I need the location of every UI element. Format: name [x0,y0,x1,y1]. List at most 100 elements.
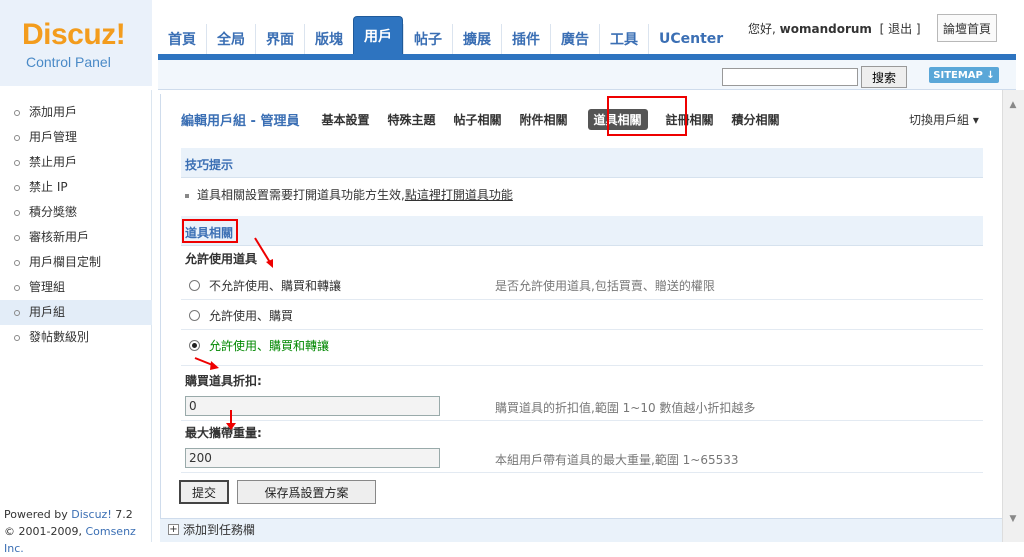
radio-button[interactable] [189,280,200,291]
user-info: 您好, womandorum [ 退出 ] [748,20,921,37]
powered-brand-link[interactable]: Discuz! [71,508,111,521]
main-content: 編輯用戶組 - 管理員 基本設置 特殊主題 帖子相關 附件相關 道具相關 註冊相… [160,94,1002,518]
submit-button[interactable]: 提交 [179,480,229,504]
sidebar-item-label: 發帖數級別 [29,330,90,344]
bullet-icon [185,193,189,198]
nav-home[interactable]: 首頁 [158,24,206,54]
nav-plugins[interactable]: 插件 [501,24,550,54]
bullet-icon [14,309,20,316]
add-task-label: 添加到任務欄 [183,523,256,537]
radio-option-use-buy-transfer[interactable]: 允許使用、購買和轉讓 [189,337,329,354]
sidebar-item-profile-fields[interactable]: 用戶欄目定制 [0,250,152,275]
nav-posts[interactable]: 帖子 [403,24,452,54]
tab-posts[interactable]: 帖子相關 [453,111,501,128]
radio-label: 允許使用、購買 [209,309,294,323]
sidebar: 添加用戶 用戶管理 禁止用戶 禁止 IP 積分獎懲 審核新用戶 用戶欄目定制 管… [0,90,152,555]
discount-label: 購買道具折扣: [185,374,262,388]
add-to-taskbar[interactable]: + 添加到任務欄 [168,521,255,538]
tab-credits[interactable]: 積分相關 [732,111,780,128]
radio-button[interactable] [189,310,200,321]
sidebar-item-credits[interactable]: 積分獎懲 [0,200,152,225]
highlight-box [607,96,687,136]
red-arrow-icon [226,410,236,430]
tab-basic[interactable]: 基本設置 [321,111,369,128]
bullet-icon [14,159,20,166]
scroll-down-arrow-icon[interactable]: ▼ [1006,514,1020,528]
sidebar-item-ban-user[interactable]: 禁止用戶 [0,150,152,175]
divider [181,420,983,421]
forum-home-button[interactable]: 論壇首頁 [937,14,997,42]
sidebar-item-post-ranks[interactable]: 發帖數級別 [0,325,152,350]
bullet-icon [14,109,20,116]
nav-interface[interactable]: 界面 [255,24,304,54]
radio-option-use-buy[interactable]: 允許使用、購買 [189,307,293,324]
discount-hint: 購買道具的折扣值,範圍 1~10 數值越小折扣越多 [495,401,756,415]
sidebar-item-ban-ip[interactable]: 禁止 IP [0,175,152,200]
bullet-icon [14,284,20,291]
logo-subtitle: Control Panel [26,54,111,70]
plus-icon: + [168,524,179,535]
scroll-up-arrow-icon[interactable]: ▲ [1006,100,1020,114]
sidebar-item-label: 用戶欄目定制 [29,255,102,269]
nav-global[interactable]: 全局 [206,24,255,54]
red-arrow-icon [254,237,273,268]
nav-users[interactable]: 用戶 [353,16,403,54]
powered-version: 7.2 [111,508,133,521]
divider [181,365,983,366]
nav-forums[interactable]: 版塊 [304,24,353,54]
powered-prefix: Powered by [4,508,72,521]
logo[interactable]: Discuz! Control Panel [0,0,152,86]
bottom-bar: + 添加到任務欄 [160,518,1002,542]
sidebar-menu: 添加用戶 用戶管理 禁止用戶 禁止 IP 積分獎懲 審核新用戶 用戶欄目定制 管… [0,100,152,350]
bullet-icon [14,134,20,141]
search-button[interactable]: 搜索 [861,66,907,88]
powered-by: Powered by Discuz! 7.2 © 2001-2009, Coms… [4,506,151,557]
sidebar-item-user-manage[interactable]: 用戶管理 [0,125,152,150]
tip-line: 道具相關設置需要打開道具功能方生效,點這裡打開道具功能 [185,186,513,203]
magic-section-header: 道具相關 [181,216,983,246]
enable-magic-link[interactable]: 點這裡打開道具功能 [405,188,513,202]
sidebar-item-label: 禁止 IP [29,180,68,194]
sitemap-button[interactable]: SITEMAP ↓ [929,67,999,83]
nav-tools[interactable]: 工具 [599,24,648,54]
sidebar-item-label: 添加用戶 [29,105,78,119]
weight-input[interactable] [185,448,440,468]
save-scheme-button[interactable]: 保存爲設置方案 [237,480,376,504]
logo-brand: Discuz! [22,18,126,51]
radio-label: 允許使用、購買和轉讓 [209,339,330,353]
sidebar-item-admin-groups[interactable]: 管理組 [0,275,152,300]
weight-label: 最大攜帶重量: [185,426,262,440]
username: womandorum [779,22,872,36]
main-nav: 首頁 全局 界面 版塊 用戶 帖子 擴展 插件 廣告 工具 UCenter [158,16,733,54]
bullet-icon [14,259,20,266]
tab-attachments[interactable]: 附件相關 [520,111,568,128]
sidebar-item-label: 用戶組 [29,305,66,319]
page-title: 編輯用戶組 - 管理員 [181,113,300,129]
nav-ads[interactable]: 廣告 [550,24,599,54]
logout-link[interactable]: [ 退出 ] [880,22,921,36]
divider [181,299,983,300]
nav-extensions[interactable]: 擴展 [452,24,501,54]
bullet-icon [14,334,20,341]
radio-label: 不允許使用、購買和轉讓 [209,279,342,293]
tips-title: 技巧提示 [185,158,234,172]
switch-group-dropdown[interactable]: 切換用戶組 ▾ [909,111,979,128]
bullet-icon [14,209,20,216]
nav-ucenter[interactable]: UCenter [648,24,733,54]
sidebar-item-label: 管理組 [29,280,66,294]
tips-header: 技巧提示 [181,148,983,178]
discount-input[interactable] [185,396,440,416]
tip-text: 道具相關設置需要打開道具功能方生效, [197,188,405,202]
search-input[interactable] [722,68,858,86]
red-arrow-icon [194,357,219,370]
radio-option-disallow[interactable]: 不允許使用、購買和轉讓 [189,277,341,294]
radio-button-checked[interactable] [189,340,200,351]
sidebar-item-label: 審核新用戶 [29,230,90,244]
sidebar-item-add-user[interactable]: 添加用戶 [0,100,152,125]
sidebar-item-moderate-users[interactable]: 審核新用戶 [0,225,152,250]
tab-special-threads[interactable]: 特殊主題 [387,111,435,128]
greeting: 您好, [748,22,776,36]
divider [181,472,983,473]
sidebar-item-user-groups[interactable]: 用戶組 [0,300,152,325]
scrollbar[interactable]: ▲ ▼ [1002,90,1024,542]
